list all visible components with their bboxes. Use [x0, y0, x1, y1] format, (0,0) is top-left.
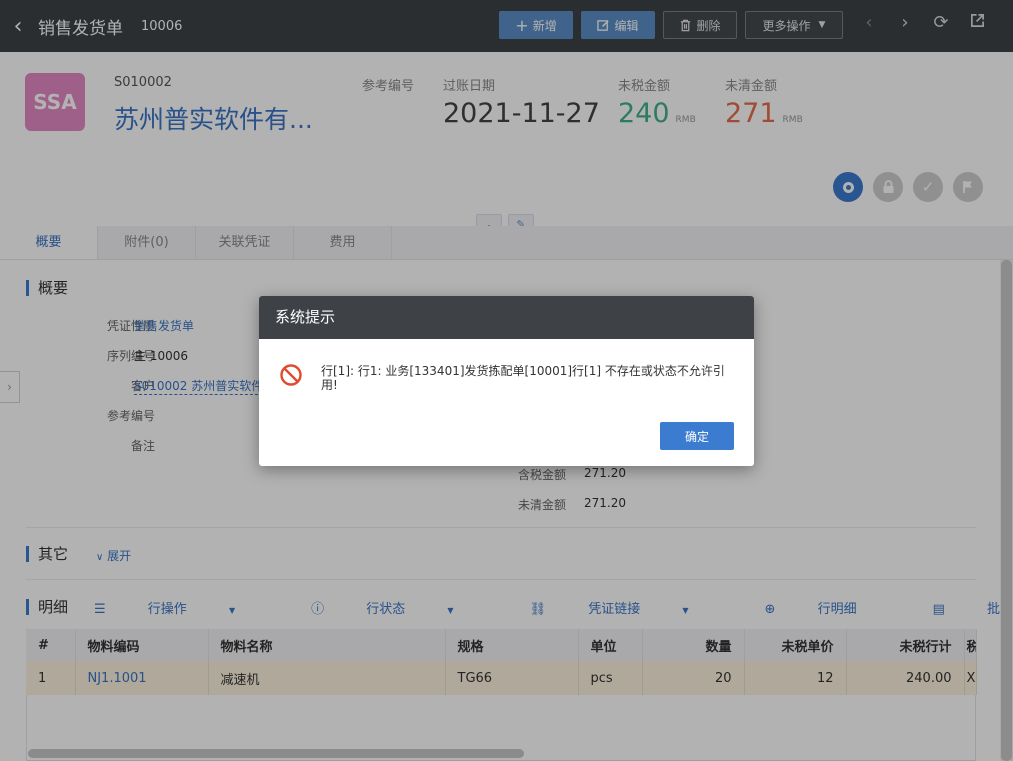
ok-button[interactable]: 确定 [660, 422, 734, 450]
dialog-message: 行[1]: 行1: 业务[133401]发货拣配单[10001]行[1] 不存在… [321, 364, 725, 392]
system-prompt-dialog: 系统提示 行[1]: 行1: 业务[133401]发货拣配单[10001]行[1… [259, 296, 754, 466]
forbidden-icon [280, 364, 302, 386]
dialog-title: 系统提示 [259, 296, 754, 339]
